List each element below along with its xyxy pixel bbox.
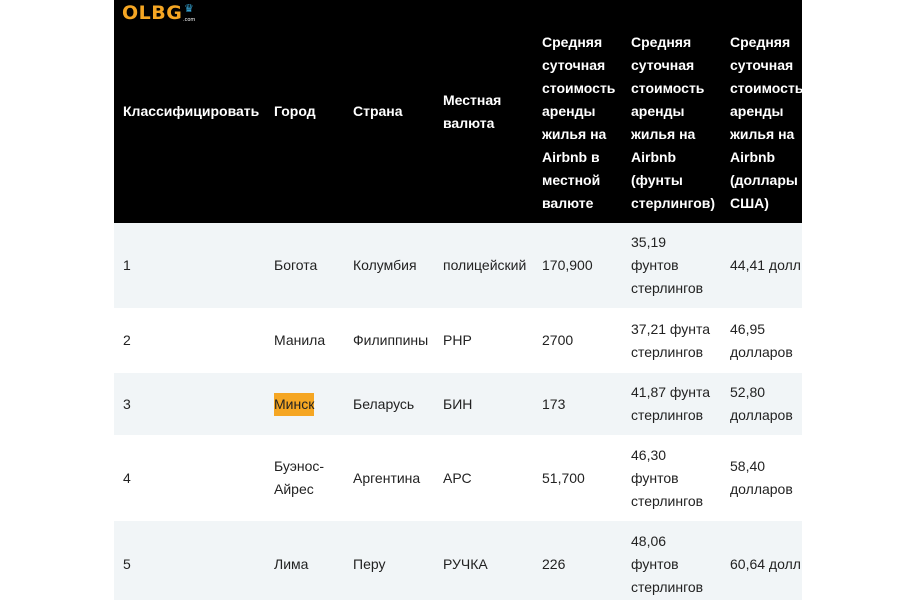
header-rank[interactable]: Классифицировать <box>123 0 273 223</box>
cell-currency: РУЧКА <box>443 556 488 572</box>
cell-currency: PHP <box>443 332 472 348</box>
cell-usd-cost: 60,64 долл. <box>730 556 802 572</box>
cell-usd-cost: 44,41 долл. <box>730 257 802 273</box>
cell-usd-cost: 58,40 долларов <box>730 458 793 497</box>
cell-gbp-cost: 46,30 фунтов стерлингов <box>631 446 704 509</box>
highlighted-city: Минск <box>274 392 315 416</box>
header-usd-cost[interactable]: Средняя суточная стоимость аренды жилья … <box>730 31 802 215</box>
cell-gbp-cost: 48,06 фунтов стерлингов <box>631 533 704 595</box>
cell-local-cost: 170,900 <box>542 257 593 273</box>
cell-gbp-cost: 35,19 фунтов стерлингов <box>631 234 704 296</box>
table-row: 4 Буэнос-Айрес Аргентина АРС 51,700 46,3… <box>114 435 802 521</box>
table-row: 5 Лима Перу РУЧКА 226 48,06 фунтов стерл… <box>114 521 802 600</box>
cell-currency: АРС <box>443 469 472 486</box>
cell-country: Филиппины <box>353 332 429 348</box>
header-currency-label: Местная валюта <box>443 91 502 131</box>
cell-city: Лима <box>274 556 309 572</box>
cell-city: Манила <box>274 332 326 348</box>
header-currency[interactable]: Местная валюта <box>443 0 535 223</box>
cell-rank: 2 <box>123 332 131 348</box>
cell-country: Беларусь <box>353 395 415 412</box>
cell-local-cost: 226 <box>542 556 566 572</box>
cell-rank: 3 <box>123 395 131 412</box>
cell-city: Богота <box>274 257 318 273</box>
cell-local-cost: 51,700 <box>542 469 585 486</box>
cell-usd-cost: 46,95 долларов <box>730 320 793 360</box>
cell-local-cost: 2700 <box>542 332 574 348</box>
cell-usd-cost: 52,80 долларов <box>730 384 793 423</box>
cell-rank: 5 <box>123 556 131 572</box>
header-country[interactable]: Страна <box>353 0 441 223</box>
header-city[interactable]: Город <box>274 0 352 223</box>
cell-country: Колумбия <box>353 257 417 273</box>
cell-currency: полицейский <box>443 257 527 273</box>
header-country-label: Страна <box>353 103 403 119</box>
header-gbp-cost-label: Средняя суточная стоимость аренды жилья … <box>631 34 716 211</box>
table-row: 2 Манила Филиппины PHP 2700 37,21 фунта … <box>114 308 802 373</box>
airbnb-cost-table: OLBG ♛ .com Классифицировать Город Стран… <box>114 0 802 600</box>
cell-rank: 4 <box>123 469 131 486</box>
header-local-cost-label: Средняя суточная стоимость аренды жилья … <box>542 34 616 211</box>
cell-city: Минск <box>274 373 315 435</box>
table-header: OLBG ♛ .com Классифицировать Город Стран… <box>114 0 802 223</box>
cell-gbp-cost: 37,21 фунта стерлингов <box>631 320 711 360</box>
table-row: 3 Минск Беларусь БИН 173 41,87 фунта сте… <box>114 373 802 435</box>
header-gbp-cost[interactable]: Средняя суточная стоимость аренды жилья … <box>631 31 723 215</box>
cell-country: Перу <box>353 556 386 572</box>
cell-country: Аргентина <box>353 469 421 486</box>
header-city-label: Город <box>274 103 316 119</box>
header-local-cost[interactable]: Средняя суточная стоимость аренды жилья … <box>542 31 626 215</box>
cell-gbp-cost: 41,87 фунта стерлингов <box>631 384 711 423</box>
header-usd-cost-label: Средняя суточная стоимость аренды жилья … <box>730 34 802 211</box>
cell-city: Буэнос-Айрес <box>274 458 325 497</box>
cell-rank: 1 <box>123 257 131 273</box>
cell-local-cost: 173 <box>542 395 566 412</box>
cell-currency: БИН <box>443 395 473 412</box>
table-row: 1 Богота Колумбия полицейский 170,900 35… <box>114 223 802 308</box>
header-rank-label: Классифицировать <box>123 103 260 119</box>
page: OLBG ♛ .com Классифицировать Город Стран… <box>0 0 900 600</box>
